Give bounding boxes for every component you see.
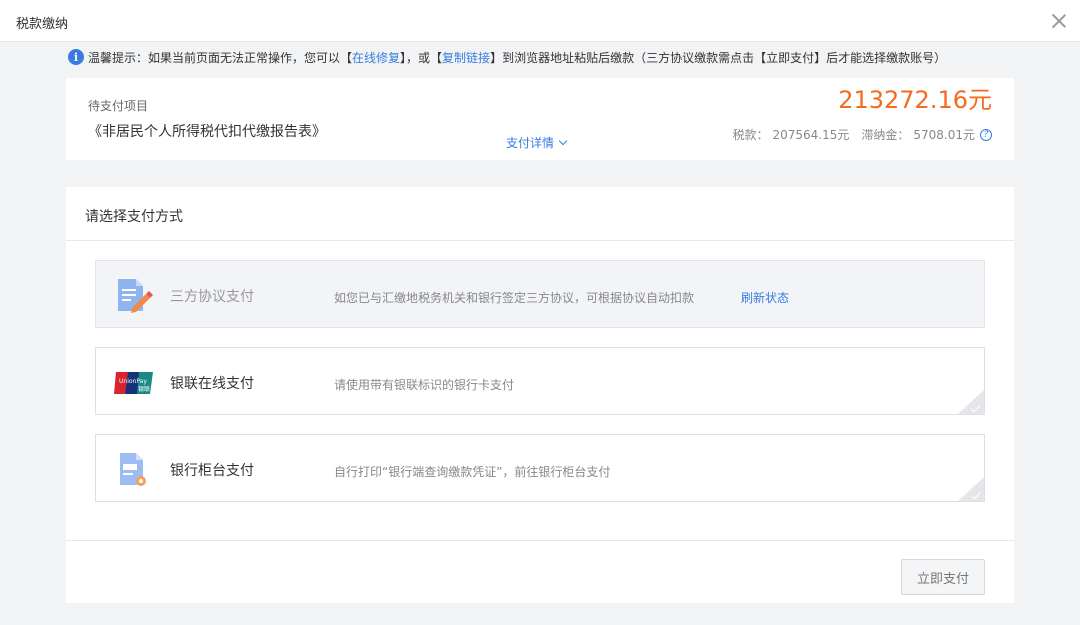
online-repair-link[interactable]: 在线修复 bbox=[352, 49, 400, 66]
copy-link-link[interactable]: 复制链接 bbox=[442, 49, 490, 66]
amount-breakdown: 税款： 207564.15元 滞纳金： 5708.01元 ? bbox=[728, 126, 992, 143]
dialog-title: 税款缴纳 bbox=[16, 17, 69, 32]
pay-now-button[interactable]: 立即支付 bbox=[901, 559, 985, 595]
option-bank-counter[interactable]: 银行柜台支付 自行打印“银行端查询缴款凭证”，前往银行柜台支付 bbox=[95, 434, 985, 502]
dialog-titlebar: 税款缴纳 bbox=[0, 0, 1080, 42]
tax-label: 税款： bbox=[732, 128, 769, 142]
refresh-status-link[interactable]: 刷新状态 bbox=[741, 289, 789, 306]
option-bank-counter-desc: 自行打印“银行端查询缴款凭证”，前往银行柜台支付 bbox=[334, 465, 611, 479]
document-pen-icon bbox=[118, 279, 153, 313]
late-fee-value: 5708.01元 bbox=[913, 128, 975, 142]
option-bank-counter-name: 银行柜台支付 bbox=[170, 463, 254, 479]
payment-details-toggle[interactable]: 支付详情 bbox=[506, 134, 568, 151]
payment-method-title: 请选择支付方式 bbox=[85, 209, 183, 225]
footer-divider bbox=[66, 540, 1014, 541]
payment-details-label: 支付详情 bbox=[506, 136, 555, 150]
bank-voucher-icon bbox=[120, 453, 146, 486]
selection-corner bbox=[958, 390, 984, 414]
warm-notice: i 温馨提示：如果当前页面无法正常操作，您可以【 在线修复 】，或【 复制链接 … bbox=[68, 47, 946, 67]
payment-method-panel: 请选择支付方式 三方协议支付 如您已与汇缴地税务机关和银行签定三方协议，可根据协… bbox=[66, 187, 1014, 603]
unionpay-icon: UnionPay 银联 bbox=[114, 372, 153, 394]
option-unionpay-desc: 请使用带有银联标识的银行卡支付 bbox=[334, 378, 515, 392]
pending-item-name: 《非居民个人所得税代扣代缴报告表》 bbox=[88, 124, 326, 140]
payment-summary: 待支付项目 《非居民个人所得税代扣代缴报告表》 支付详情 213272.16元 … bbox=[66, 78, 1014, 160]
option-tripartite-desc: 如您已与汇缴地税务机关和银行签定三方协议，可根据协议自动扣款 bbox=[334, 291, 695, 305]
option-tripartite-name: 三方协议支付 bbox=[170, 289, 254, 305]
pending-item-label: 待支付项目 bbox=[88, 99, 149, 113]
close-icon[interactable] bbox=[1048, 10, 1070, 32]
option-tripartite: 三方协议支付 如您已与汇缴地税务机关和银行签定三方协议，可根据协议自动扣款 刷新… bbox=[95, 260, 985, 328]
total-amount: 213272.16元 bbox=[838, 86, 992, 114]
tax-value: 207564.15元 bbox=[772, 128, 850, 142]
payment-method-header: 请选择支付方式 bbox=[66, 187, 1014, 241]
help-icon[interactable]: ? bbox=[980, 128, 992, 141]
notice-prefix: 温馨提示：如果当前页面无法正常操作，您可以【 bbox=[88, 50, 353, 65]
notice-middle: 】，或【 bbox=[400, 50, 443, 65]
unionpay-logo-cn: 银联 bbox=[138, 385, 150, 393]
selection-corner bbox=[958, 477, 984, 501]
option-unionpay[interactable]: UnionPay 银联 银联在线支付 请使用带有银联标识的银行卡支付 bbox=[95, 347, 985, 415]
info-icon: i bbox=[68, 49, 84, 65]
option-unionpay-name: 银联在线支付 bbox=[170, 376, 254, 392]
chevron-down-icon bbox=[558, 136, 568, 146]
notice-suffix: 】到浏览器地址粘贴后缴款（三方协议缴款需点击【立即支付】后才能选择缴款账号） bbox=[490, 50, 947, 65]
unionpay-logo-text: UnionPay bbox=[119, 378, 147, 385]
late-fee-label: 滞纳金： bbox=[861, 128, 910, 142]
